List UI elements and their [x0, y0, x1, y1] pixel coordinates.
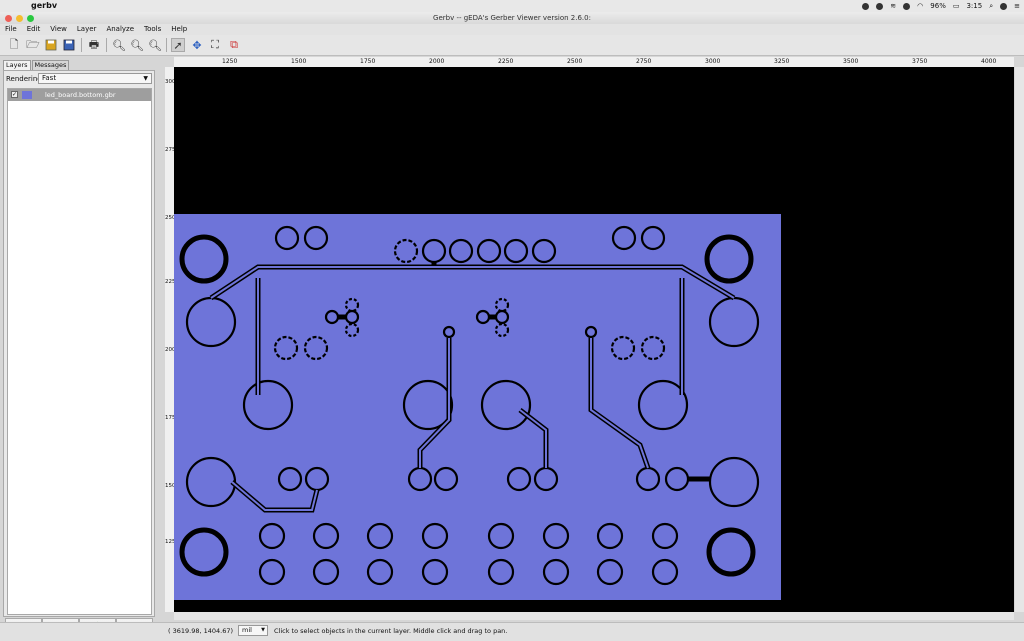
ruler-tick-label: 2500	[165, 215, 179, 221]
zoom-out-icon[interactable]: 🔍︎	[130, 38, 144, 52]
layer-name: led_board.bottom.gbr	[45, 91, 116, 99]
toolbar: 🗋 🗁 🖶 🔍︎ 🔍︎ 🔍︎ ➚ ✥ ⛶ ⧉	[0, 35, 1024, 56]
menu-analyze[interactable]: Analyze	[101, 24, 139, 35]
status-icon[interactable]	[862, 2, 870, 10]
toolbar-separator	[166, 38, 167, 52]
chevron-down-icon: ▼	[143, 75, 148, 82]
zoom-in-icon[interactable]: 🔍︎	[112, 38, 126, 52]
menu-edit[interactable]: Edit	[22, 24, 46, 35]
ruler-tick-label: 1250	[165, 539, 179, 545]
ruler-tick-label: 2750	[636, 58, 652, 65]
ruler-tick-label: 2750	[165, 147, 179, 153]
app-menu-name[interactable]: gerbv	[31, 0, 57, 12]
open-file-icon[interactable]: 🗁	[26, 38, 40, 52]
zoom-tool-icon[interactable]: ⛶	[208, 38, 222, 52]
status-hint: Click to select objects in the current l…	[274, 627, 508, 635]
wifi-signal-icon[interactable]: ◠	[917, 2, 923, 10]
battery-icon[interactable]: ▭	[953, 2, 960, 10]
ruler-tick-label: 3000	[705, 58, 721, 65]
ruler-tick-label: 2000	[165, 347, 179, 353]
toolbar-separator	[106, 38, 107, 52]
drawing-canvas[interactable]	[174, 67, 1014, 612]
ruler-tick-label: 3500	[843, 58, 859, 65]
system-tray: ≋ ◠ 96% ▭ 3:15 ⌕ ≡	[862, 0, 1020, 12]
new-file-icon[interactable]: 🗋	[7, 38, 21, 52]
ruler-tick-label: 3750	[912, 58, 928, 65]
unit-value: mil	[242, 626, 252, 634]
ruler-tick-label: 1500	[165, 483, 179, 489]
layer-list[interactable]	[7, 88, 152, 615]
rendering-select[interactable]: Fast ▼	[38, 73, 152, 84]
print-icon[interactable]: 🖶	[87, 38, 101, 52]
ruler-tick-label: 1750	[165, 415, 179, 421]
window-title: Gerbv -- gEDA's Gerber Viewer version 2.…	[433, 14, 591, 22]
menu-help[interactable]: Help	[166, 24, 192, 35]
layer-visible-checkbox[interactable]: ✓	[11, 91, 18, 98]
status-icon[interactable]	[876, 2, 884, 10]
menu-layer[interactable]: Layer	[72, 24, 102, 35]
ruler-tick-label: 2000	[429, 58, 445, 65]
menu-file[interactable]: File	[0, 24, 22, 35]
pointer-tool-icon[interactable]: ➚	[171, 38, 185, 52]
sidebar-tabs: Layers Messages	[3, 60, 70, 70]
ruler-tick-label: 1750	[360, 58, 376, 65]
vertical-scrollbar[interactable]	[1015, 67, 1024, 612]
ruler-tick-label: 2250	[498, 58, 514, 65]
ruler-tick-label: 2250	[165, 279, 179, 285]
menu-extra-icon[interactable]: ≡	[1014, 2, 1020, 10]
ruler-tick-label: 4000	[981, 58, 997, 65]
tab-layers[interactable]: Layers	[3, 60, 31, 70]
status-icon[interactable]	[903, 2, 911, 10]
save-icon[interactable]	[62, 38, 76, 52]
rendering-value: Fast	[42, 74, 57, 82]
tab-messages[interactable]: Messages	[31, 60, 70, 70]
cursor-coordinates: ( 3619.98, 1404.67)	[168, 627, 234, 635]
ruler-tick-label: 3000	[165, 79, 179, 85]
toolbar-separator	[81, 38, 82, 52]
unit-select[interactable]: mil ▼	[238, 625, 268, 636]
ruler-tick-label: 1500	[291, 58, 307, 65]
menu-view[interactable]: View	[45, 24, 72, 35]
spotlight-icon[interactable]: ⌕	[989, 2, 993, 11]
wifi-icon[interactable]: ≋	[890, 2, 896, 10]
status-bar	[0, 622, 1024, 641]
measure-tool-icon[interactable]: ⧉	[227, 38, 241, 52]
gerber-layer-render	[174, 214, 781, 600]
layer-color-swatch[interactable]	[22, 91, 32, 99]
battery-percent: 96%	[930, 2, 946, 10]
ruler-tick-label: 1250	[222, 58, 238, 65]
clock[interactable]: 3:15	[966, 2, 982, 10]
ruler-tick-label: 3250	[774, 58, 790, 65]
revert-icon[interactable]	[44, 38, 58, 52]
ruler-tick-label: 2500	[567, 58, 583, 65]
menu-tools[interactable]: Tools	[139, 24, 166, 35]
app-menu-bar: File Edit View Layer Analyze Tools Help	[0, 24, 1024, 35]
horizontal-scrollbar[interactable]	[174, 612, 1014, 620]
user-avatar-icon[interactable]	[1000, 2, 1008, 10]
zoom-fit-icon[interactable]: 🔍︎	[148, 38, 162, 52]
chevron-down-icon: ▼	[261, 627, 265, 633]
pan-tool-icon[interactable]: ✥	[190, 38, 204, 52]
